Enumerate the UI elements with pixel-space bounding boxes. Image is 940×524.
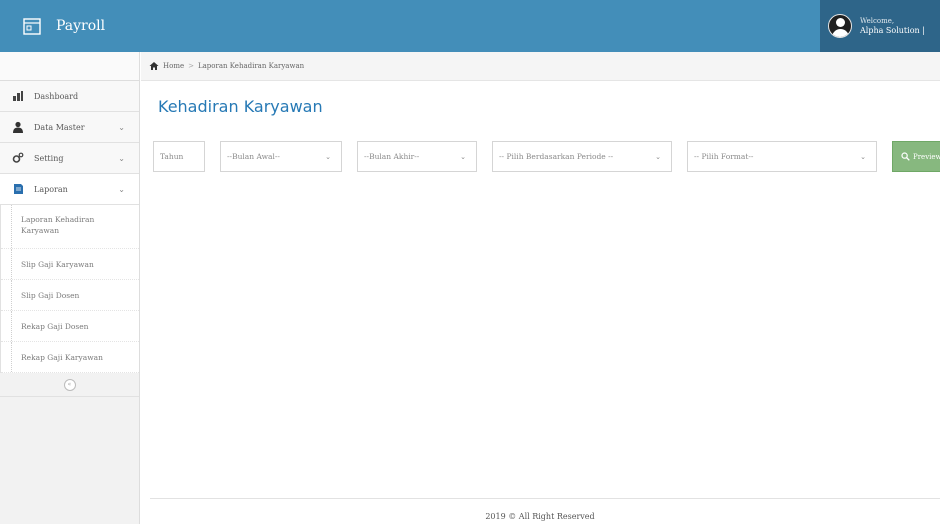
chevron-down-icon: ⌄ xyxy=(118,123,125,132)
sidebar: Dashboard Data Master ⌄ Setting ⌄ Lapora… xyxy=(0,52,140,524)
report-icon xyxy=(12,183,24,195)
bulan-awal-value: --Bulan Awal-- xyxy=(227,152,280,161)
chevron-down-icon: ⌄ xyxy=(118,154,125,163)
bulan-akhir-select[interactable]: --Bulan Akhir-- ⌄ xyxy=(357,141,477,172)
preview-button[interactable]: Preview xyxy=(892,141,940,172)
breadcrumb-separator: > xyxy=(188,62,194,70)
top-navbar: Payroll Welcome, Alpha Solution | xyxy=(0,0,940,52)
tahun-input[interactable]: Tahun xyxy=(153,141,205,172)
chevron-down-icon: ⌄ xyxy=(325,153,331,161)
breadcrumb-current: Laporan Kehadiran Karyawan xyxy=(197,62,305,70)
bulan-akhir-value: --Bulan Akhir-- xyxy=(364,152,420,161)
user-name: Alpha Solution | xyxy=(860,26,925,35)
laporan-submenu: Laporan Kehadiran Karyawan Slip Gaji Kar… xyxy=(0,205,139,373)
footer-copyright: 2019 © All Right Reserved xyxy=(485,512,595,521)
sidebar-item-label: Setting xyxy=(34,153,64,163)
chevron-down-icon: ⌄ xyxy=(655,153,661,161)
sidebar-item-label: Data Master xyxy=(34,122,85,132)
page-title: Kehadiran Karyawan xyxy=(158,97,323,116)
format-select[interactable]: -- Pilih Format-- ⌄ xyxy=(687,141,877,172)
dashboard-icon xyxy=(12,90,24,102)
sidebar-item-dashboard[interactable]: Dashboard xyxy=(0,81,139,112)
chevron-down-icon: ⌄ xyxy=(118,185,125,194)
submenu-slip-gaji-karyawan[interactable]: Slip Gaji Karyawan xyxy=(1,249,139,280)
format-value: -- Pilih Format-- xyxy=(694,152,754,161)
footer-divider xyxy=(150,498,940,499)
double-chevron-left-icon[interactable]: « xyxy=(63,378,76,391)
breadcrumb-home[interactable]: Home xyxy=(163,62,184,70)
avatar xyxy=(828,14,852,38)
sidebar-shortcuts xyxy=(0,52,139,81)
submenu-rekap-gaji-karyawan[interactable]: Rekap Gaji Karyawan xyxy=(1,342,139,373)
calendar-icon xyxy=(23,18,41,35)
periode-value: -- Pilih Berdasarkan Periode -- xyxy=(499,152,614,161)
submenu-laporan-kehadiran-karyawan[interactable]: Laporan Kehadiran Karyawan xyxy=(1,205,139,249)
sidebar-item-setting[interactable]: Setting ⌄ xyxy=(0,143,139,174)
chevron-down-icon: ⌄ xyxy=(460,153,466,161)
sidebar-collapse: « xyxy=(0,373,139,397)
user-welcome: Welcome, xyxy=(860,17,895,25)
periode-select[interactable]: -- Pilih Berdasarkan Periode -- ⌄ xyxy=(492,141,672,172)
submenu-slip-gaji-dosen[interactable]: Slip Gaji Dosen xyxy=(1,280,139,311)
gears-icon xyxy=(12,152,24,164)
brand[interactable]: Payroll xyxy=(22,14,105,38)
brand-name: Payroll xyxy=(56,18,106,34)
sidebar-item-data-master[interactable]: Data Master ⌄ xyxy=(0,112,139,143)
user-icon xyxy=(12,121,24,133)
sidebar-item-label: Laporan xyxy=(34,184,68,194)
user-menu[interactable]: Welcome, Alpha Solution | xyxy=(820,0,940,52)
chevron-down-icon: ⌄ xyxy=(860,153,866,161)
breadcrumb: Home > Laporan Kehadiran Karyawan xyxy=(141,52,940,81)
submenu-rekap-gaji-dosen[interactable]: Rekap Gaji Dosen xyxy=(1,311,139,342)
sidebar-item-laporan[interactable]: Laporan ⌄ xyxy=(0,174,139,205)
home-icon xyxy=(149,62,159,70)
search-icon xyxy=(901,152,910,161)
preview-label: Preview xyxy=(913,152,940,161)
sidebar-item-label: Dashboard xyxy=(34,91,79,101)
bulan-awal-select[interactable]: --Bulan Awal-- ⌄ xyxy=(220,141,342,172)
tahun-placeholder: Tahun xyxy=(160,152,184,161)
